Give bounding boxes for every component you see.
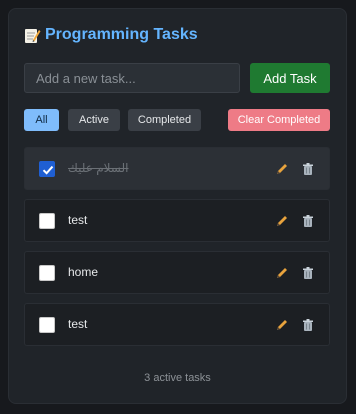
task-item: السلام عليك [24, 147, 330, 190]
filter-bar: All Active Completed Clear Completed [24, 109, 330, 131]
trash-icon[interactable] [301, 318, 315, 332]
task-checkbox[interactable] [39, 213, 55, 229]
task-item: test [24, 303, 330, 346]
task-label: السلام عليك [68, 161, 129, 175]
task-checkbox[interactable] [39, 265, 55, 281]
trash-icon[interactable] [301, 266, 315, 280]
trash-icon[interactable] [301, 214, 315, 228]
add-task-row: Add Task [24, 63, 330, 93]
app-title-text: Programming Tasks [45, 26, 198, 43]
trash-icon[interactable] [301, 162, 315, 176]
pencil-icon[interactable] [275, 162, 289, 176]
task-item: test [24, 199, 330, 242]
task-label: test [68, 213, 88, 227]
filter-all-button[interactable]: All [24, 109, 59, 131]
pencil-icon[interactable] [275, 266, 289, 280]
task-label: test [68, 317, 88, 331]
task-checkbox[interactable] [39, 161, 55, 177]
task-checkbox[interactable] [39, 317, 55, 333]
task-item: home [24, 251, 330, 294]
add-task-button[interactable]: Add Task [250, 63, 330, 93]
memo-icon [24, 27, 41, 44]
clear-completed-button[interactable]: Clear Completed [228, 109, 330, 131]
pencil-icon[interactable] [275, 214, 289, 228]
active-count-status: 3 active tasks [144, 372, 211, 384]
task-label: home [68, 265, 99, 279]
filter-active-button[interactable]: Active [68, 109, 120, 131]
new-task-input[interactable] [24, 63, 240, 93]
filter-completed-button[interactable]: Completed [128, 109, 201, 131]
pencil-icon[interactable] [275, 318, 289, 332]
app-title: Programming Tasks [24, 26, 198, 44]
